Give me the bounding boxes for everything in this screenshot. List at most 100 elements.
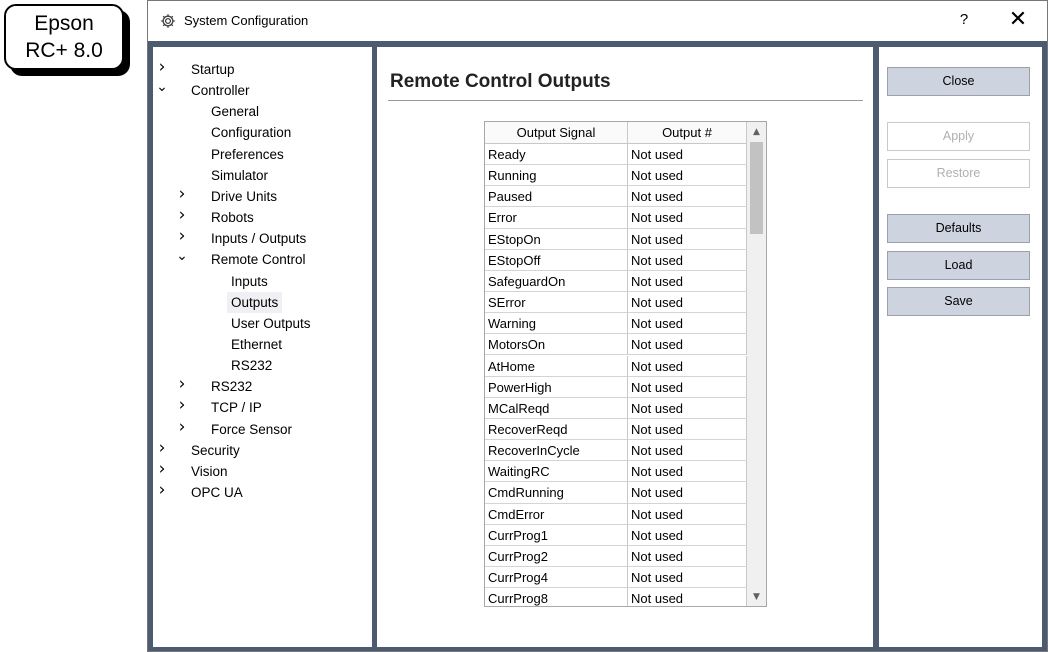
- column-header-output-number[interactable]: Output #: [628, 122, 747, 144]
- output-number-cell[interactable]: Not used: [628, 567, 747, 589]
- tree-item-security[interactable]: › Security: [153, 438, 372, 461]
- output-number-cell[interactable]: Not used: [628, 440, 747, 462]
- output-number-cell[interactable]: Not used: [628, 334, 747, 356]
- output-number-cell[interactable]: Not used: [628, 144, 747, 166]
- title-bar[interactable]: System Configuration ? ✕: [148, 1, 1047, 41]
- tree-item-label: OPC UA: [191, 485, 243, 500]
- output-number-cell[interactable]: Not used: [628, 503, 747, 525]
- table-row[interactable]: Paused Not used: [485, 186, 747, 208]
- chevron-right-icon[interactable]: ›: [176, 395, 188, 416]
- table-row[interactable]: SError Not used: [485, 292, 747, 314]
- table-row[interactable]: Ready Not used: [485, 144, 747, 166]
- chevron-right-icon[interactable]: ›: [156, 438, 168, 459]
- tree-item-vision[interactable]: › Vision: [153, 459, 372, 482]
- tree-item-configuration[interactable]: Configuration: [153, 122, 372, 143]
- output-number-cell[interactable]: Not used: [628, 397, 747, 419]
- chevron-right-icon[interactable]: ›: [176, 374, 188, 395]
- output-signal-cell: CurrProg4: [485, 567, 628, 589]
- table-row[interactable]: EStopOff Not used: [485, 249, 747, 271]
- table-row[interactable]: CurrProg4 Not used: [485, 567, 747, 589]
- save-button[interactable]: Save: [887, 287, 1030, 316]
- scroll-down-arrow-icon[interactable]: ▼: [747, 589, 766, 606]
- scroll-thumb[interactable]: [750, 142, 763, 234]
- output-number-cell[interactable]: Not used: [628, 249, 747, 271]
- tree-item-opc-ua[interactable]: › OPC UA: [153, 480, 372, 503]
- output-signal-cell: SError: [485, 292, 628, 314]
- table-row[interactable]: CurrProg8 Not used: [485, 588, 747, 606]
- load-button[interactable]: Load: [887, 251, 1030, 280]
- tree-item-tcp-ip[interactable]: › TCP / IP: [153, 395, 372, 418]
- output-number-cell[interactable]: Not used: [628, 313, 747, 335]
- table-row[interactable]: CmdRunning Not used: [485, 482, 747, 504]
- config-tree: › Startup ⌄ Controller General Configuration P…: [153, 47, 372, 647]
- tree-item-rs232[interactable]: › RS232: [153, 374, 372, 397]
- output-number-cell[interactable]: Not used: [628, 376, 747, 398]
- table-row[interactable]: PowerHigh Not used: [485, 376, 747, 398]
- scroll-up-arrow-icon[interactable]: ▲: [747, 124, 766, 141]
- chevron-right-icon[interactable]: ›: [176, 205, 188, 226]
- chevron-right-icon[interactable]: ›: [176, 417, 188, 438]
- tree-item-drive-units[interactable]: › Drive Units: [153, 184, 372, 207]
- tree-item-preferences[interactable]: Preferences: [153, 144, 372, 165]
- table-row[interactable]: EStopOn Not used: [485, 228, 747, 250]
- output-number-cell[interactable]: Not used: [628, 165, 747, 187]
- close-button[interactable]: Close: [887, 67, 1030, 96]
- output-number-cell[interactable]: Not used: [628, 186, 747, 208]
- table-row[interactable]: WaitingRC Not used: [485, 461, 747, 483]
- output-number-cell[interactable]: Not used: [628, 482, 747, 504]
- close-window-button[interactable]: ✕: [1006, 7, 1030, 32]
- output-number-cell[interactable]: Not used: [628, 292, 747, 314]
- chevron-down-icon[interactable]: ⌄: [156, 77, 168, 98]
- tree-item-simulator[interactable]: Simulator: [153, 165, 372, 186]
- table-row[interactable]: MCalReqd Not used: [485, 397, 747, 419]
- tree-item-outputs[interactable]: Outputs: [153, 291, 372, 313]
- tree-item-ethernet[interactable]: Ethernet: [153, 334, 372, 355]
- output-number-cell[interactable]: Not used: [628, 418, 747, 441]
- tree-item-user-outputs[interactable]: User Outputs: [153, 313, 372, 334]
- output-number-cell[interactable]: Not used: [628, 545, 747, 567]
- help-button[interactable]: ?: [954, 11, 974, 28]
- output-signal-cell: EStopOn: [485, 228, 628, 250]
- tree-item-general[interactable]: General: [153, 101, 372, 122]
- column-header-output-signal[interactable]: Output Signal: [485, 122, 628, 144]
- table-row[interactable]: CmdError Not used: [485, 503, 747, 525]
- output-number-cell[interactable]: Not used: [628, 524, 747, 546]
- table-row[interactable]: Error Not used: [485, 207, 747, 229]
- table-row[interactable]: CurrProg1 Not used: [485, 524, 747, 546]
- table-row[interactable]: SafeguardOn Not used: [485, 270, 747, 293]
- badge-face: Epson RC+ 8.0: [4, 4, 124, 70]
- chevron-right-icon[interactable]: ›: [176, 184, 188, 205]
- table-row[interactable]: RecoverReqd Not used: [485, 418, 747, 441]
- product-badge: Epson RC+ 8.0: [4, 4, 130, 76]
- table-row[interactable]: Warning Not used: [485, 313, 747, 335]
- chevron-right-icon[interactable]: ›: [156, 459, 168, 480]
- chevron-right-icon[interactable]: ›: [176, 226, 188, 247]
- output-number-cell[interactable]: Not used: [628, 461, 747, 483]
- tree-item-label: Robots: [211, 210, 254, 226]
- chevron-right-icon[interactable]: ›: [156, 57, 168, 78]
- table-row[interactable]: RecoverInCycle Not used: [485, 440, 747, 462]
- table-row[interactable]: Running Not used: [485, 165, 747, 187]
- output-number-cell[interactable]: Not used: [628, 355, 747, 377]
- chevron-down-icon[interactable]: ⌄: [176, 246, 188, 267]
- output-number-cell[interactable]: Not used: [628, 588, 747, 606]
- tree-item-force-sensor[interactable]: › Force Sensor: [153, 417, 372, 440]
- tree-item-startup[interactable]: › Startup: [153, 57, 372, 80]
- tree-item-remote-control[interactable]: ⌄ Remote Control: [153, 246, 372, 270]
- tree-item-controller[interactable]: ⌄ Controller: [153, 77, 372, 101]
- tree-item-robots[interactable]: › Robots: [153, 205, 372, 228]
- defaults-button[interactable]: Defaults: [887, 214, 1030, 243]
- table-row[interactable]: MotorsOn Not used: [485, 334, 747, 356]
- chevron-right-icon[interactable]: ›: [156, 480, 168, 501]
- output-signal-cell: RecoverReqd: [485, 418, 628, 441]
- apply-button: Apply: [887, 122, 1030, 151]
- output-number-cell[interactable]: Not used: [628, 207, 747, 229]
- output-number-cell[interactable]: Not used: [628, 270, 747, 293]
- tree-item-label: Startup: [191, 62, 235, 77]
- tree-item-rs232[interactable]: RS232: [153, 355, 372, 376]
- tree-item-inputs[interactable]: Inputs: [153, 271, 372, 292]
- grid-scrollbar[interactable]: ▲ ▼: [747, 122, 766, 606]
- table-row[interactable]: AtHome Not used: [485, 355, 747, 377]
- table-row[interactable]: CurrProg2 Not used: [485, 545, 747, 567]
- output-number-cell[interactable]: Not used: [628, 228, 747, 250]
